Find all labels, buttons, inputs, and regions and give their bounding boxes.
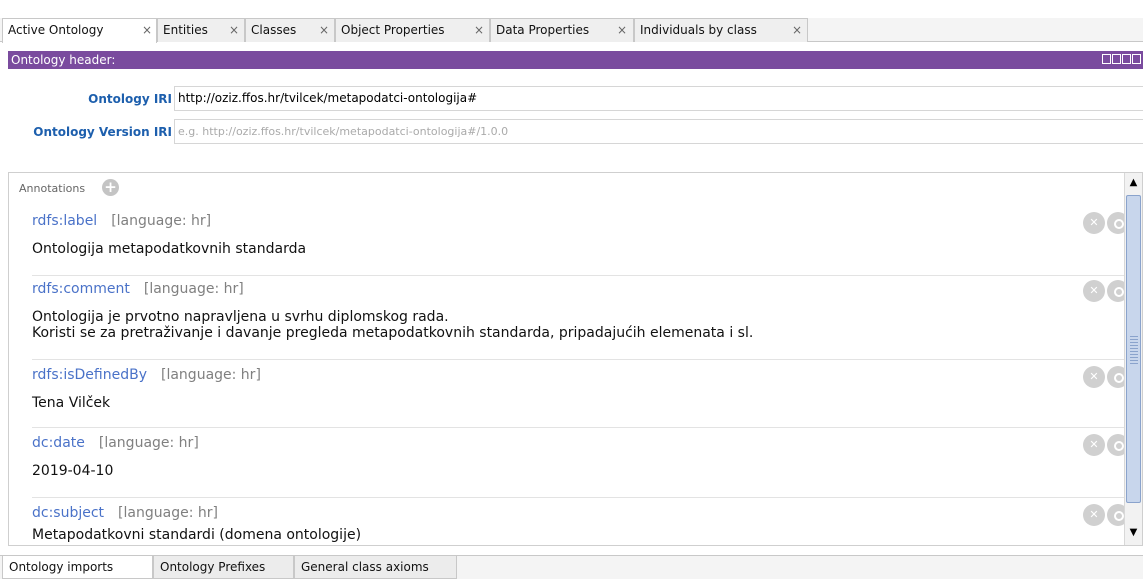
tab-label: Entities [163, 23, 208, 37]
add-annotation-button[interactable]: + [102, 179, 119, 196]
delete-annotation-icon[interactable] [1083, 366, 1105, 388]
scroll-down-icon[interactable]: ▼ [1125, 525, 1142, 541]
annotation-language: [language: hr] [111, 213, 212, 229]
tab-ontology-prefixes[interactable]: Ontology Prefixes [153, 556, 294, 579]
tab-active-ontology[interactable]: Active Ontology × [2, 18, 157, 43]
annotation-value: 2019-04-10 [32, 463, 114, 479]
annotation-row: dc:subject [language: hr] Metapodatkovni … [32, 504, 1129, 545]
delete-annotation-icon[interactable] [1083, 212, 1105, 234]
minimize-view-icon[interactable] [1112, 54, 1121, 64]
tab-object-properties[interactable]: Object Properties × [335, 18, 490, 42]
annotation-language: [language: hr] [143, 281, 244, 297]
annotation-row: rdfs:label [language: hr] Ontologija meta… [32, 212, 1129, 276]
close-icon[interactable]: × [474, 19, 484, 42]
tab-label: Active Ontology [8, 23, 104, 37]
annotation-row: rdfs:isDefinedBy [language: hr] Tena Vilč… [32, 366, 1129, 428]
annotation-value: Ontologija je prvotno napravljena u svrh… [32, 309, 754, 341]
maximize-view-icon[interactable] [1122, 54, 1131, 64]
bottom-tab-strip: Ontology imports Ontology Prefixes Gener… [0, 555, 1143, 579]
annotation-property[interactable]: rdfs:comment [32, 281, 130, 297]
tab-label: Data Properties [496, 23, 590, 37]
annotation-row: rdfs:comment [language: hr] Ontologija je… [32, 280, 1129, 360]
annotation-property[interactable]: dc:subject [32, 505, 104, 521]
ontology-iri-label: Ontology IRI [88, 92, 172, 106]
annotation-value: Tena Vilček [32, 395, 111, 411]
vertical-scrollbar[interactable]: ▲ ▼ [1124, 173, 1142, 545]
close-icon[interactable]: × [142, 19, 152, 42]
close-icon[interactable]: × [617, 19, 627, 42]
annotation-language: [language: hr] [161, 367, 261, 383]
annotation-property[interactable]: rdfs:label [32, 213, 97, 229]
annotation-value: Metapodatkovni standardi (domena ontolog… [32, 527, 362, 543]
tab-label: Individuals by class [640, 23, 757, 37]
annotation-row: dc:date [language: hr] 2019-04-10 [32, 434, 1129, 498]
tab-entities[interactable]: Entities × [157, 18, 245, 42]
annotation-language: [language: hr] [98, 435, 199, 451]
ontology-header-bar: Ontology header: [8, 51, 1143, 69]
ontology-iri-field[interactable]: http://oziz.ffos.hr/tvilcek/metapodatci-… [174, 86, 1143, 111]
ontology-version-iri-field[interactable]: e.g. http://oziz.ffos.hr/tvilcek/metapod… [174, 119, 1143, 144]
annotations-panel: Annotations + rdfs:label [language: hr] O… [8, 172, 1143, 546]
top-tab-strip: Active Ontology × Entities × Classes × O… [0, 18, 1143, 43]
ontology-version-iri-label: Ontology Version IRI [33, 125, 172, 139]
scrollbar-thumb[interactable] [1126, 195, 1141, 503]
close-icon[interactable]: × [792, 19, 802, 42]
close-icon[interactable]: × [319, 19, 329, 42]
annotation-language: [language: hr] [118, 505, 218, 521]
grip-icon [1130, 334, 1138, 364]
annotations-title: Annotations [19, 182, 86, 195]
annotation-property[interactable]: rdfs:isDefinedBy [32, 367, 147, 383]
close-view-icon[interactable] [1132, 54, 1141, 64]
view-buttons [1102, 54, 1141, 66]
tab-general-class-axioms[interactable]: General class axioms [294, 556, 457, 579]
tab-label: Classes [251, 23, 297, 37]
tab-data-properties[interactable]: Data Properties × [490, 18, 634, 42]
tab-classes[interactable]: Classes × [245, 18, 335, 42]
tab-ontology-imports[interactable]: Ontology imports [2, 556, 153, 579]
view-title: Ontology header: [11, 53, 116, 67]
scroll-up-icon[interactable]: ▲ [1125, 175, 1142, 191]
delete-annotation-icon[interactable] [1083, 280, 1105, 302]
tab-label: Object Properties [341, 23, 445, 37]
annotation-value: Ontologija metapodatkovnih standarda [32, 241, 307, 257]
annotation-property[interactable]: dc:date [32, 435, 85, 451]
close-icon[interactable]: × [229, 19, 239, 42]
tab-individuals-by-class[interactable]: Individuals by class × [634, 18, 808, 42]
split-view-icon[interactable] [1102, 54, 1111, 64]
delete-annotation-icon[interactable] [1083, 504, 1105, 526]
delete-annotation-icon[interactable] [1083, 434, 1105, 456]
